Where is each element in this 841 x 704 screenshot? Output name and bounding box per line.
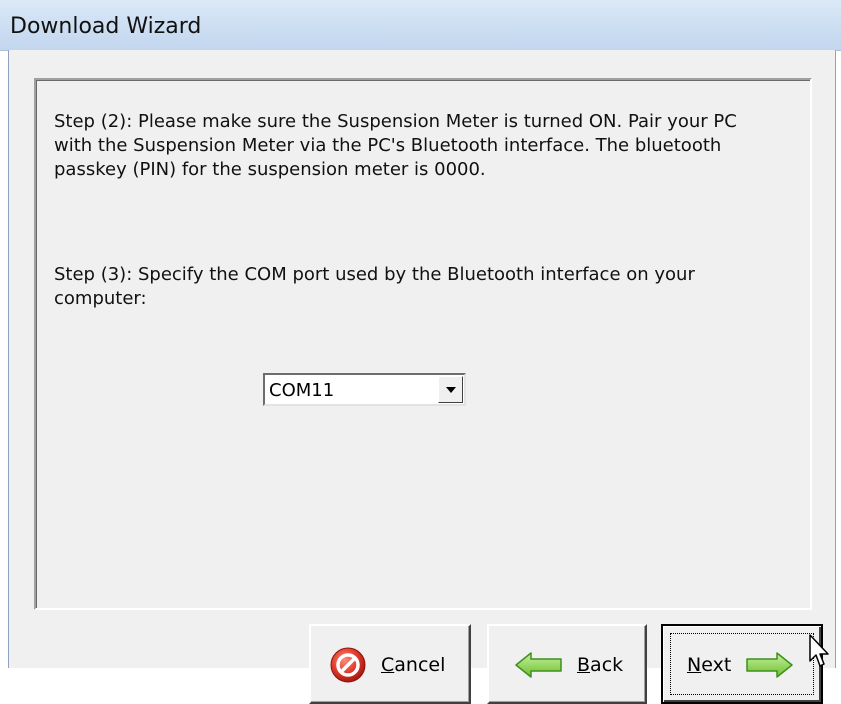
- com-port-select[interactable]: COM11: [263, 373, 466, 406]
- title-bar[interactable]: Download Wizard: [0, 0, 841, 51]
- download-wizard-window: Download Wizard Step (2): Please make su…: [0, 0, 841, 704]
- cancel-icon: [330, 647, 366, 683]
- cancel-button-label: Cancel: [381, 654, 446, 676]
- arrow-left-icon: [515, 652, 562, 678]
- next-button-label: Next: [687, 654, 732, 676]
- mouse-cursor-icon: [809, 634, 829, 667]
- back-button[interactable]: Back: [487, 624, 647, 704]
- back-button-label: Back: [577, 654, 624, 676]
- window-title: Download Wizard: [10, 14, 202, 39]
- chevron-down-icon: [446, 387, 456, 393]
- step-3-instructions: Step (3): Specify the COM port used by t…: [54, 264, 695, 309]
- step-panel: Step (2): Please make sure the Suspensio…: [34, 78, 812, 610]
- com-port-selected-value: COM11: [269, 380, 335, 401]
- step-2-instructions: Step (2): Please make sure the Suspensio…: [54, 111, 737, 180]
- cancel-button[interactable]: Cancel: [309, 624, 471, 704]
- wizard-client-area: Step (2): Please make sure the Suspensio…: [8, 50, 836, 704]
- arrow-right-icon: [746, 652, 793, 678]
- next-button[interactable]: Next: [661, 624, 823, 704]
- com-port-dropdown-button[interactable]: [438, 376, 463, 403]
